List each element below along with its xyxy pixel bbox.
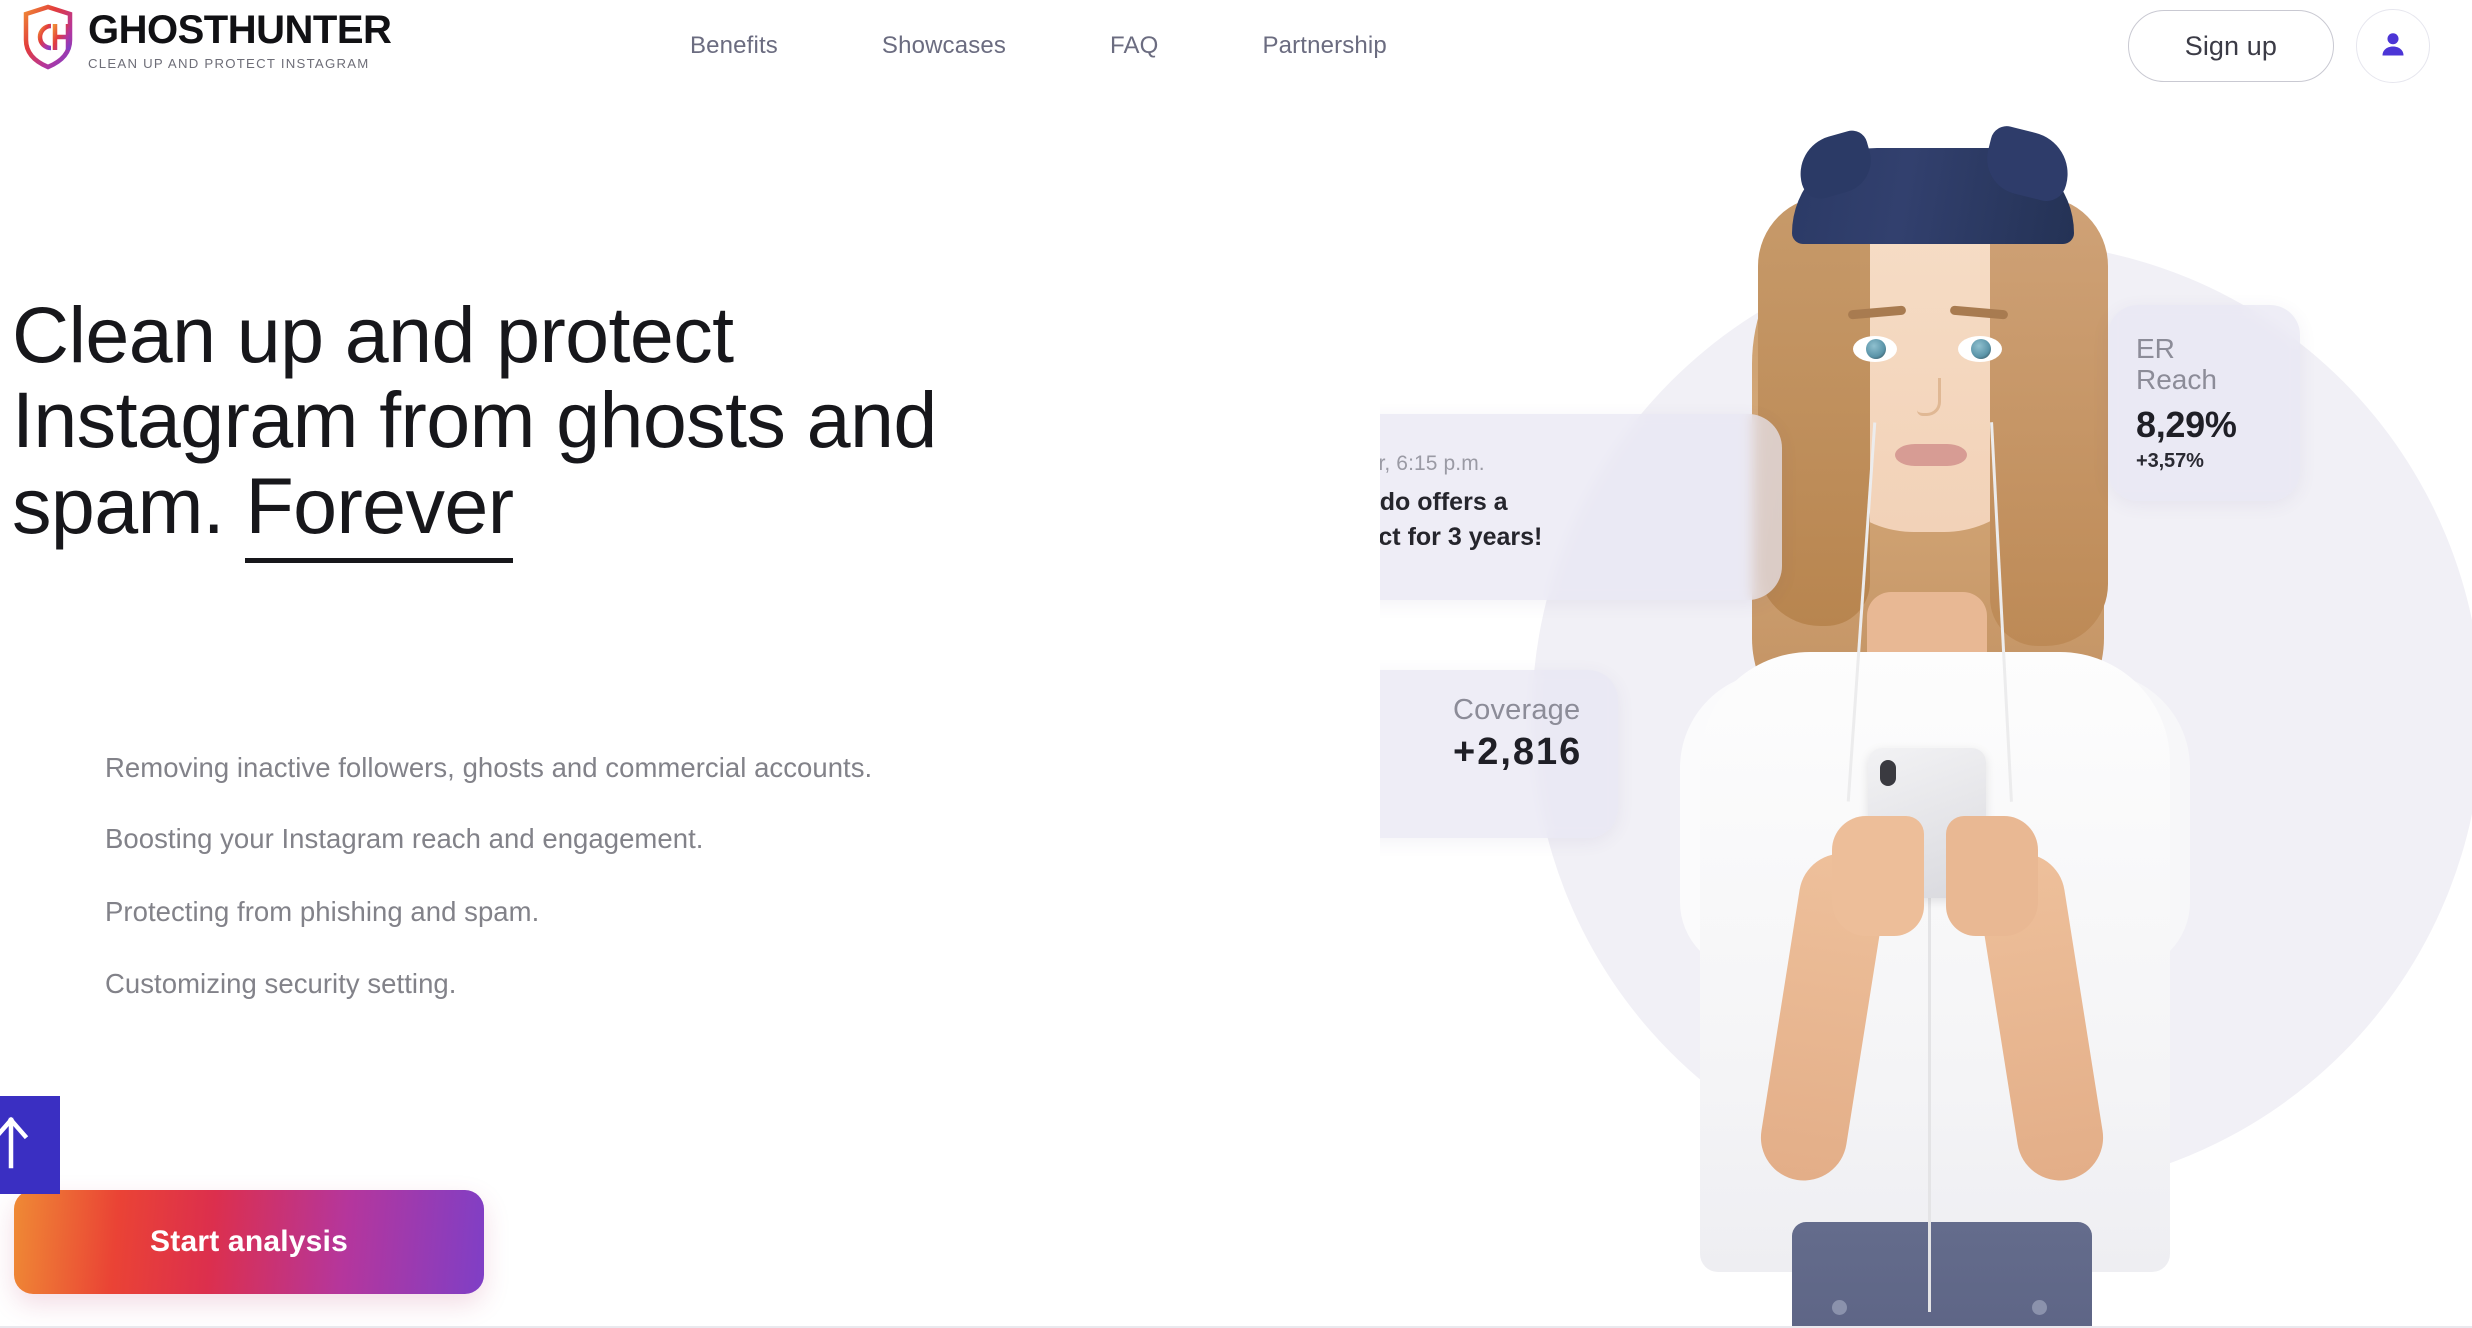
message-card-line-1: Nintendo offers a [1380, 488, 1508, 516]
hero-benefit-list: Removing inactive followers, ghosts and … [105, 744, 1205, 1032]
message-card-meta: Manager, 6:15 p.m. [1380, 452, 1485, 475]
nav-item-faq[interactable]: FAQ [1110, 32, 1158, 60]
main-nav: Benefits Showcases FAQ Partnership [690, 0, 1387, 92]
coverage-value: +2,816 [1453, 731, 1583, 773]
stat-card-coverage: Coverage +2,816 [1380, 670, 1618, 838]
scroll-to-top-button[interactable] [0, 1096, 60, 1194]
page-title: Clean up and protect Instagram from ghos… [12, 292, 1332, 548]
message-card-line-2: contract for 3 years! [1380, 523, 1543, 551]
shield-gh-logo-icon [18, 4, 78, 70]
list-item: Protecting from phishing and spam. [105, 895, 540, 927]
brand-logo[interactable]: GHOSTHUNTER CLEAN UP AND PROTECT INSTAGR… [18, 4, 392, 71]
headline-emphasis-forever: Forever [245, 460, 514, 550]
stat-card-er-reach: ER Reach 8,29% +3,57% [2108, 305, 2300, 501]
list-item: Customizing security setting. [105, 967, 457, 999]
er-reach-delta: +3,57% [2136, 449, 2204, 472]
hero-left-column: Clean up and protect Instagram from ghos… [0, 92, 1380, 1328]
nav-item-benefits[interactable]: Benefits [690, 32, 778, 60]
start-analysis-button[interactable]: Start analysis [14, 1190, 484, 1294]
headline-line-1: Clean up and protect [12, 290, 734, 379]
brand-text: GHOSTHUNTER CLEAN UP AND PROTECT INSTAGR… [88, 4, 392, 71]
site-header: GHOSTHUNTER CLEAN UP AND PROTECT INSTAGR… [0, 0, 2472, 92]
headline-line-2: Instagram from ghosts and [12, 375, 937, 465]
message-card: Manager, 6:15 p.m. Nintendo offers a con… [1380, 414, 1782, 600]
nav-item-showcases[interactable]: Showcases [882, 32, 1006, 60]
list-item: Boosting your Instagram reach and engage… [105, 823, 704, 855]
brand-title: GHOSTHUNTER [88, 8, 392, 52]
brand-tagline: CLEAN UP AND PROTECT INSTAGRAM [88, 56, 370, 71]
nav-item-partnership[interactable]: Partnership [1262, 32, 1386, 60]
er-reach-value: 8,29% [2136, 403, 2237, 445]
coverage-label: Coverage [1453, 694, 1581, 726]
headline-line-3-prefix: spam. [12, 460, 246, 550]
er-reach-label-line-2: Reach [2136, 364, 2217, 396]
person-icon [2376, 28, 2410, 65]
er-reach-label-line-1: ER [2136, 333, 2175, 364]
header-actions: Sign up [2127, 0, 2430, 92]
account-button[interactable] [2356, 9, 2430, 83]
hero-image-area: ER Reach 8,29% +3,57% Manager, 6:15 p.m.… [1380, 92, 2472, 1328]
list-item: Removing inactive followers, ghosts and … [105, 752, 873, 783]
arrow-up-icon [0, 1114, 31, 1177]
sign-up-button[interactable]: Sign up [2127, 10, 2334, 82]
